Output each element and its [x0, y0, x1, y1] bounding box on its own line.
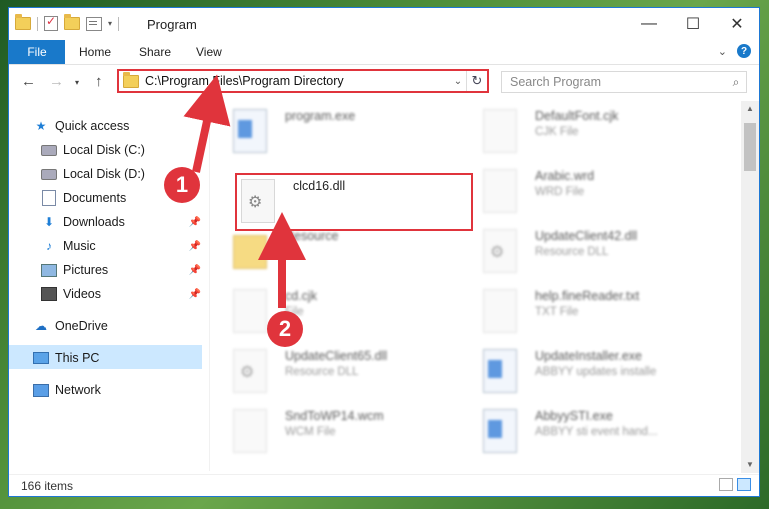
arrow-to-address-bar [183, 74, 231, 173]
step-badge-1: 1 [164, 167, 200, 203]
annotation-arrows [183, 74, 306, 308]
step-badge-2: 2 [267, 311, 303, 347]
